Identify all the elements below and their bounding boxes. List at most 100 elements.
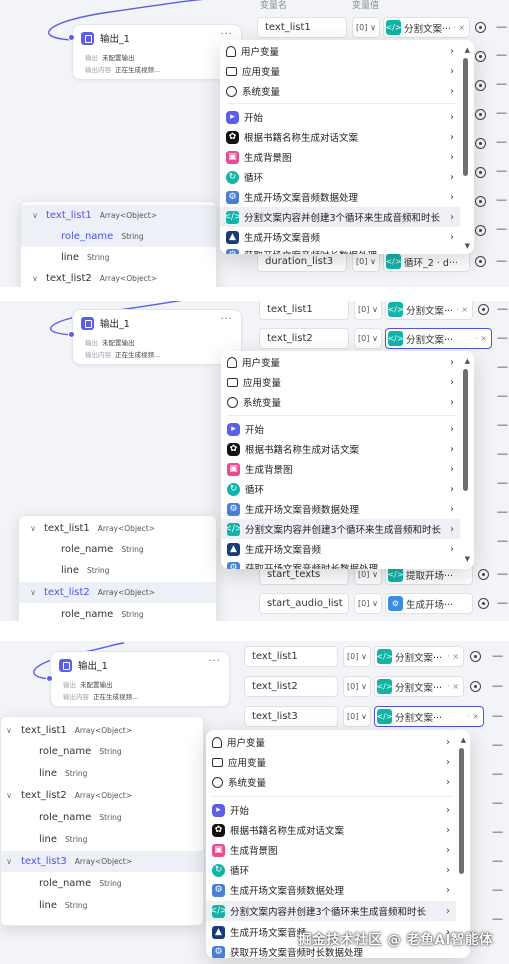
more-icon[interactable]: ··· [220, 314, 233, 325]
menu-item-start[interactable]: ▸ 开始 › [206, 800, 456, 820]
more-icon[interactable]: ··· [220, 29, 233, 40]
type-select[interactable]: [0] ∨ [354, 301, 382, 320]
clear-icon[interactable]: · × [475, 334, 487, 343]
chevron-down-icon[interactable]: ∨ [29, 274, 41, 283]
variable-value-input[interactable]: </> 循环_2 · d··· [383, 251, 470, 272]
chevron-down-icon[interactable]: ∨ [27, 588, 39, 597]
tree-item-role-name[interactable]: role_name String [1, 741, 203, 762]
menu-item-opening-audio-proc[interactable]: ⚙ 生成开场文案音频数据处理 › [221, 499, 460, 519]
menu-item-app-vars[interactable]: 应用变量 › [220, 61, 460, 81]
variable-picker-icon[interactable] [475, 80, 486, 91]
scroll-up-icon[interactable]: ▲ [461, 736, 466, 744]
remove-row-button[interactable]: — [492, 738, 503, 751]
menu-item-user-vars[interactable]: 用户变量 › [206, 732, 456, 752]
node-input-port[interactable] [46, 675, 53, 682]
menu-item-opening-audio-proc[interactable]: ⚙ 生成开场文案音频数据处理 › [206, 880, 456, 900]
tree-item-line[interactable]: line String [1, 829, 203, 850]
chevron-down-icon[interactable]: ∨ [3, 791, 15, 800]
menu-scrollbar[interactable] [463, 369, 468, 491]
remove-row-button[interactable]: — [497, 418, 508, 431]
tree-item-text-list3[interactable]: ∨ text_list3 Array<Object> [1, 851, 203, 872]
menu-item-split-text[interactable]: </> 分割文案内容并创建3个循环来生成音频和时长 › [206, 901, 456, 921]
variable-name-input[interactable]: text_list1 [259, 301, 349, 320]
tree-item-text-list1[interactable]: ∨ text_list1 Array<Object> [21, 205, 216, 226]
menu-item-app-vars[interactable]: 应用变量 › [206, 752, 456, 772]
remove-row-button[interactable]: — [496, 77, 507, 90]
node-input-port[interactable] [68, 34, 75, 41]
menu-item-opening-audio[interactable]: ▲ 生成开场文案音频 › [220, 227, 460, 247]
tree-item-role-name[interactable]: role_name String [21, 226, 216, 247]
menu-item-bg-image[interactable]: ▣ 生成背景图 › [206, 840, 456, 860]
variable-picker-icon[interactable] [475, 256, 486, 267]
chevron-down-icon[interactable]: ∨ [27, 524, 39, 533]
variable-picker-icon[interactable] [475, 196, 486, 207]
remove-row-button[interactable]: — [492, 709, 503, 722]
menu-item-llm[interactable]: ✿ 根据书籍名称生成对话文案 › [221, 439, 460, 459]
menu-item-opening-audio-proc[interactable]: ⚙ 生成开场文案音频数据处理 › [220, 187, 460, 207]
variable-name-input[interactable]: text_list1 [257, 17, 347, 38]
remove-row-button[interactable]: — [496, 135, 507, 148]
remove-row-button[interactable]: — [496, 222, 507, 235]
variable-picker-icon[interactable] [478, 598, 489, 609]
variable-name-input[interactable]: text_list3 [244, 706, 338, 727]
output-node-card[interactable]: 输出_1 ··· 输出 未配置输出 输出内容 正在生成视频... [72, 309, 242, 365]
menu-item-llm[interactable]: ✿ 根据书籍名称生成对话文案 › [220, 127, 460, 147]
menu-scrollbar[interactable] [463, 58, 468, 176]
remove-row-button[interactable]: — [497, 302, 508, 315]
tree-item-role-name[interactable]: role_name String [1, 807, 203, 828]
chevron-down-icon[interactable]: ∨ [29, 211, 41, 220]
type-select[interactable]: [0] ∨ [352, 17, 380, 38]
tree-item-role-name[interactable]: role_name String [1, 873, 203, 894]
variable-name-input[interactable]: duration_list3 [257, 251, 347, 272]
remove-row-button[interactable]: — [496, 193, 507, 206]
tree-item-line[interactable]: line String [19, 560, 216, 581]
remove-row-button[interactable]: — [497, 505, 508, 518]
variable-picker-icon[interactable] [470, 681, 481, 692]
menu-item-start[interactable]: ▸ 开始 › [220, 107, 460, 127]
menu-item-split-text[interactable]: </> 分割文案内容并创建3个循环来生成音频和时长 › [220, 207, 460, 227]
tree-item-text-list2[interactable]: ∨ text_list2 Array<Object> [1, 785, 203, 806]
more-icon[interactable]: ··· [208, 656, 221, 667]
variable-picker-icon[interactable] [475, 22, 486, 33]
variable-value-input[interactable]: ⚙ 生成开场··· [385, 593, 473, 614]
clear-icon[interactable]: · × [467, 712, 479, 721]
remove-row-button[interactable]: — [492, 912, 503, 925]
menu-item-opening-audio[interactable]: ▲ 生成开场文案音频 › [221, 539, 460, 559]
type-select[interactable]: [0] ∨ [343, 706, 371, 727]
menu-item-user-vars[interactable]: 用户变量 › [221, 352, 460, 372]
remove-row-button[interactable]: — [496, 48, 507, 61]
remove-row-button[interactable]: — [492, 767, 503, 780]
menu-item-system-vars[interactable]: 系统变量 › [221, 392, 460, 412]
variable-name-input[interactable]: text_list2 [259, 328, 349, 349]
variable-name-input[interactable]: text_list2 [244, 676, 338, 697]
menu-item-loop[interactable]: ↻ 循环 › [206, 860, 456, 880]
variable-value-input[interactable]: </> 分割文案··· · × [374, 646, 464, 667]
variable-picker-icon[interactable] [470, 651, 481, 662]
menu-item-loop[interactable]: ↻ 循环 › [221, 479, 460, 499]
type-select[interactable]: [0] ∨ [354, 328, 382, 349]
remove-row-button[interactable]: — [492, 825, 503, 838]
clear-icon[interactable]: · × [447, 682, 459, 691]
variable-picker-icon[interactable] [475, 225, 486, 236]
remove-row-button[interactable]: — [492, 679, 503, 692]
tree-item-text-list1[interactable]: ∨ text_list1 Array<Object> [19, 518, 216, 539]
clear-icon[interactable]: · × [456, 305, 468, 314]
menu-item-llm[interactable]: ✿ 根据书籍名称生成对话文案 › [206, 820, 456, 840]
remove-row-button[interactable]: — [497, 447, 508, 460]
remove-row-button[interactable]: — [492, 796, 503, 809]
tree-item-line[interactable]: line String [1, 763, 203, 784]
menu-scrollbar[interactable] [459, 748, 464, 874]
tree-item-role-name[interactable]: role_name String [19, 539, 216, 560]
menu-item-user-vars[interactable]: 用户变量 › [220, 41, 460, 61]
output-node-card[interactable]: 输出_1 ··· 输出 未配置输出 输出内容 正在生成视频... [50, 651, 230, 707]
remove-row-button[interactable]: — [496, 20, 507, 33]
output-node-card[interactable]: 输出_1 ··· 输出 未配置输出 输出内容 正在生成视频... [72, 24, 242, 80]
remove-row-button[interactable]: — [497, 534, 508, 547]
scroll-up-icon[interactable]: ▲ [465, 357, 470, 365]
variable-picker-icon[interactable] [475, 138, 486, 149]
menu-item-system-vars[interactable]: 系统变量 › [206, 772, 456, 792]
tree-item-line[interactable]: line String [1, 895, 203, 916]
tree-item-text-list2[interactable]: ∨ text_list2 Array<Object> [21, 268, 216, 287]
variable-value-input[interactable]: </> 分割文案··· · × [383, 17, 470, 38]
tree-item-role-name[interactable]: role_name String [19, 604, 216, 621]
